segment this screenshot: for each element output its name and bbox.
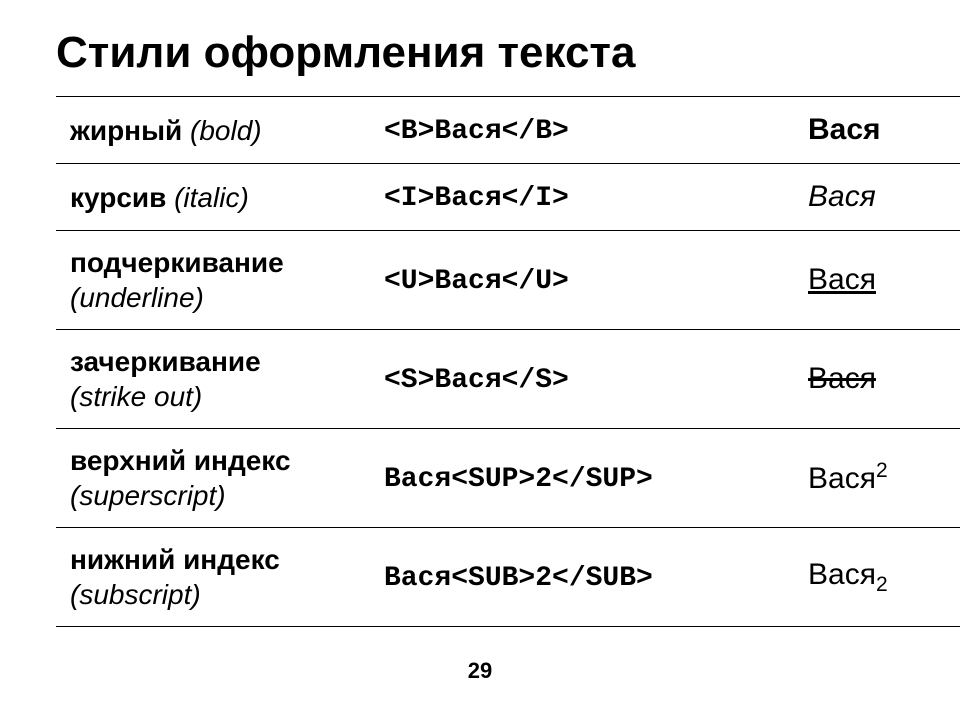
code-cell: <I>Вася</I> (370, 164, 794, 231)
table-row: нижний индекс (subscript) Вася<SUB>2</SU… (56, 528, 960, 627)
result-suffix: 2 (876, 459, 888, 482)
table-row: подчеркивание (underline) <U>Вася</U> Ва… (56, 231, 960, 330)
desc-en: (italic) (166, 182, 248, 213)
desc-ru: зачеркивание (70, 346, 261, 377)
desc-cell: верхний индекс (superscript) (56, 429, 370, 528)
result-cell: Вася (794, 231, 960, 330)
result-cell: Вася2 (794, 528, 960, 627)
desc-en: (subscript) (70, 579, 201, 610)
desc-ru: курсив (70, 182, 166, 213)
result-text: Вася (808, 462, 876, 495)
slide: Стили оформления текста жирный (bold) <B… (0, 0, 960, 720)
code-text: <S>Вася</S> (384, 365, 569, 396)
desc-ru: подчеркивание (70, 247, 284, 278)
code-text: <I>Вася</I> (384, 183, 569, 214)
page-title: Стили оформления текста (56, 28, 960, 78)
code-cell: Вася<SUB>2</SUB> (370, 528, 794, 627)
table-row: жирный (bold) <B>Вася</B> Вася (56, 97, 960, 164)
page-number: 29 (0, 658, 960, 684)
desc-en: (superscript) (70, 480, 226, 511)
table-row: зачеркивание (strike out) <S>Вася</S> Ва… (56, 330, 960, 429)
result-cell: Вася (794, 97, 960, 164)
code-text: <U>Вася</U> (384, 266, 569, 297)
desc-en: (underline) (70, 282, 204, 313)
code-cell: <S>Вася</S> (370, 330, 794, 429)
desc-cell: курсив (italic) (56, 164, 370, 231)
desc-en: (bold) (182, 115, 261, 146)
result-cell: Вася2 (794, 429, 960, 528)
result-text: Вася (808, 113, 881, 146)
desc-cell: нижний индекс (subscript) (56, 528, 370, 627)
result-text: Вася (808, 362, 876, 395)
code-cell: <U>Вася</U> (370, 231, 794, 330)
table-row: верхний индекс (superscript) Вася<SUP>2<… (56, 429, 960, 528)
result-text: Вася (808, 558, 876, 591)
desc-ru: жирный (70, 115, 182, 146)
styles-table: жирный (bold) <B>Вася</B> Вася курсив (i… (56, 96, 960, 627)
code-text: <B>Вася</B> (384, 116, 569, 147)
table-row: курсив (italic) <I>Вася</I> Вася (56, 164, 960, 231)
desc-cell: зачеркивание (strike out) (56, 330, 370, 429)
result-suffix: 2 (876, 573, 888, 596)
result-cell: Вася (794, 330, 960, 429)
result-text: Вася (808, 180, 876, 213)
desc-en: (strike out) (70, 381, 202, 412)
desc-ru: верхний индекс (70, 445, 291, 476)
desc-ru: нижний индекс (70, 544, 280, 575)
code-text: Вася<SUB>2</SUB> (384, 563, 653, 594)
desc-cell: жирный (bold) (56, 97, 370, 164)
code-cell: Вася<SUP>2</SUP> (370, 429, 794, 528)
code-text: Вася<SUP>2</SUP> (384, 464, 653, 495)
desc-cell: подчеркивание (underline) (56, 231, 370, 330)
code-cell: <B>Вася</B> (370, 97, 794, 164)
result-cell: Вася (794, 164, 960, 231)
result-text: Вася (808, 263, 876, 296)
